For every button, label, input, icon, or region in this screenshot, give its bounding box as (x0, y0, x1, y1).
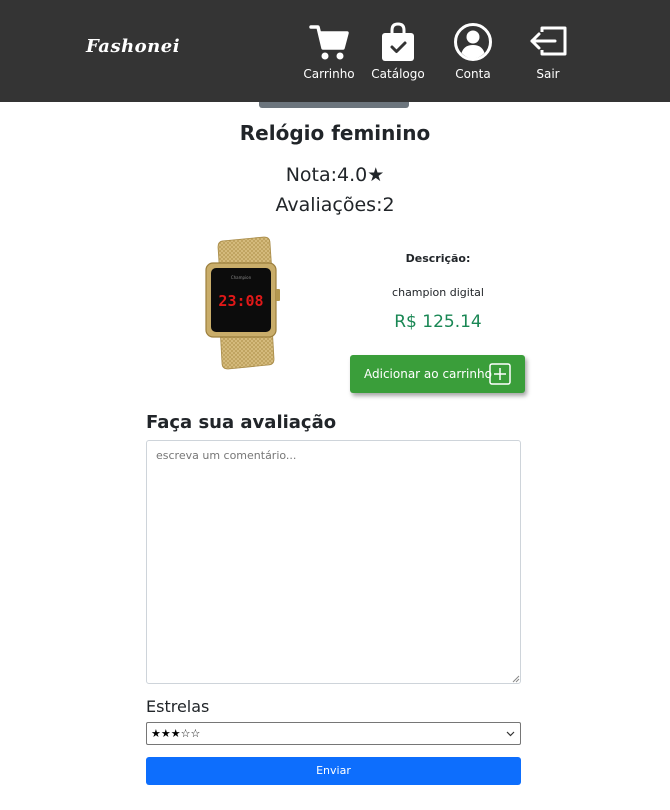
add-to-cart-label: Adicionar ao carrinho (364, 367, 492, 381)
nav-account-label: Conta (455, 67, 491, 81)
watch-brand-mark: Champion (231, 275, 252, 280)
chevron-down-icon (506, 731, 515, 737)
add-to-cart-button[interactable]: Adicionar ao carrinho (350, 355, 525, 393)
watch-time-display: 23:08 (218, 292, 263, 310)
plus-square-icon (489, 363, 511, 385)
product-description: champion digital (392, 286, 484, 299)
resize-grip-icon[interactable] (512, 675, 520, 683)
logout-arrow-icon (530, 26, 567, 56)
stars-select[interactable]: ★★★☆☆ (146, 722, 521, 745)
stars-label: Estrelas (146, 697, 210, 716)
product-image: Champion 23:08 (205, 236, 280, 370)
nav-catalog[interactable]: Catálogo (363, 22, 433, 81)
cart-icon (309, 25, 349, 60)
stars-selected-value: ★★★☆☆ (151, 727, 201, 740)
product-review-count: Avaliações:2 (275, 194, 395, 216)
product-rating: Nota:4.0★ (285, 164, 385, 186)
comment-textarea[interactable] (146, 440, 521, 684)
brand-logo[interactable]: Fashonei (86, 36, 180, 57)
product-price: R$ 125.14 (394, 312, 482, 332)
submit-button[interactable]: Enviar (146, 757, 521, 785)
review-heading: Faça sua avaliação (146, 412, 337, 433)
shopping-bag-check-icon (382, 22, 414, 61)
nav-logout-label: Sair (536, 67, 560, 81)
nav-catalog-label: Catálogo (371, 67, 425, 81)
product-title: Relógio feminino (239, 121, 431, 145)
nav-logout[interactable]: Sair (513, 22, 583, 81)
user-circle-icon (454, 23, 492, 61)
top-navbar: Fashonei Carrinho Catálogo Conta Sair (0, 0, 670, 102)
image-strip-edge (259, 102, 409, 108)
nav-cart[interactable]: Carrinho (294, 22, 364, 81)
nav-cart-label: Carrinho (303, 67, 355, 81)
nav-account[interactable]: Conta (438, 22, 508, 81)
description-label: Descrição: (405, 252, 471, 265)
